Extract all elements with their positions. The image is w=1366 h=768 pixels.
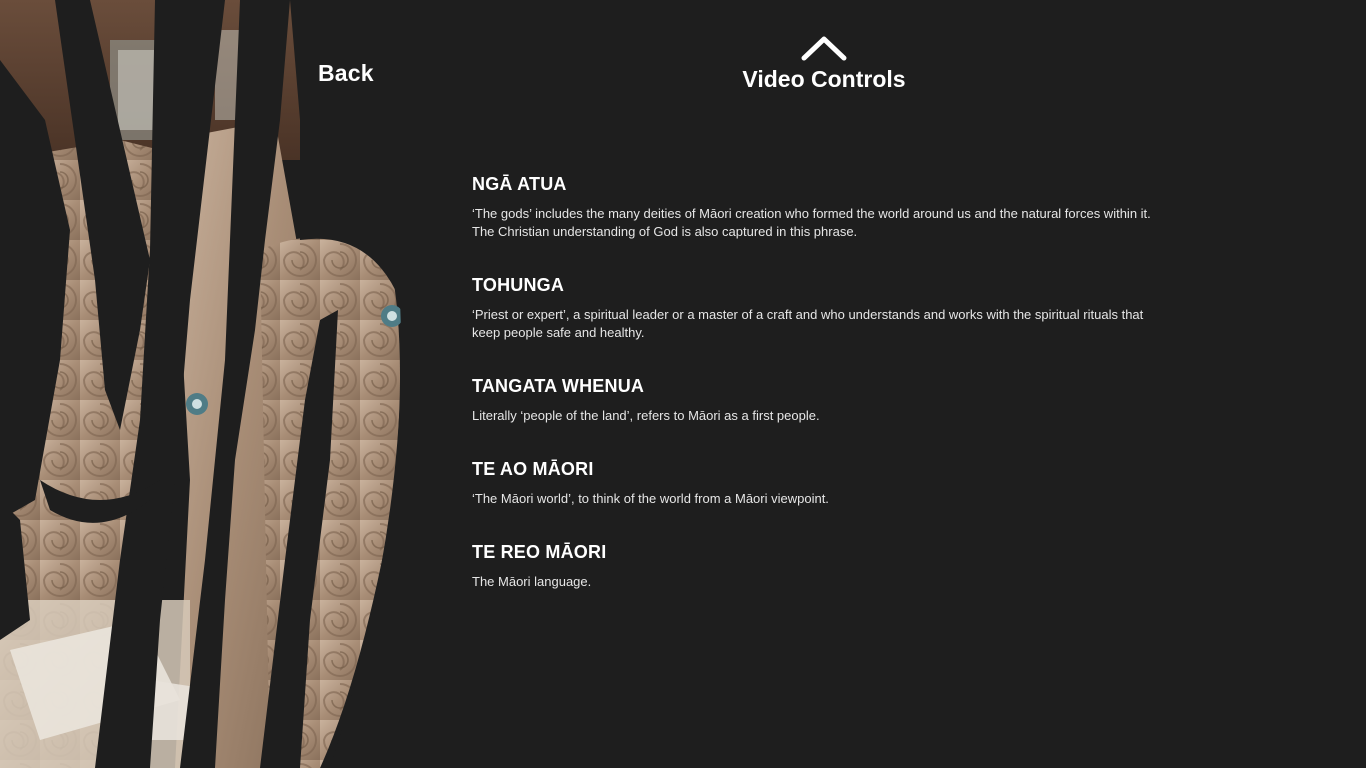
video-controls-toggle[interactable]: Video Controls [724, 34, 924, 93]
description-line: The Māori language. [472, 574, 592, 589]
description-line: ‘The gods’ includes the many deities of … [472, 206, 1151, 221]
glossary-entry: TANGATA WHENUA Literally ‘people of the … [472, 374, 820, 425]
video-controls-label: Video Controls [742, 66, 906, 92]
glossary-term-title: TANGATA WHENUA [472, 376, 645, 396]
glossary-term-description: The Māori language. [472, 573, 606, 591]
glossary-term-title: TE AO MĀORI [472, 459, 594, 479]
page: Back Video Controls NGĀ ATUA ‘The gods’ … [0, 0, 1366, 768]
description-line: keep people safe and healthy. [472, 325, 645, 340]
description-line: ‘The Māori world’, to think of the world… [472, 491, 829, 506]
glossary-entry: NGĀ ATUA ‘The gods’ includes the many de… [472, 172, 1151, 241]
glossary-entry: TOHUNGA ‘Priest or expert’, a spiritual … [472, 273, 1143, 342]
description-line: ‘Priest or expert’, a spiritual leader o… [472, 307, 1144, 322]
glossary-term-description: ‘The gods’ includes the many deities of … [472, 205, 1151, 241]
glossary-term-description: ‘Priest or expert’, a spiritual leader o… [472, 306, 1143, 342]
chevron-up-icon [801, 36, 847, 61]
glossary-term-title: TOHUNGA [472, 275, 565, 295]
glossary-term-title: NGĀ ATUA [472, 174, 567, 194]
glossary-term-title: TE REO MĀORI [472, 542, 607, 562]
back-button[interactable]: Back [318, 60, 374, 87]
glossary-term-description: Literally ‘people of the land’, refers t… [472, 407, 820, 425]
glossary-term-description: ‘The Māori world’, to think of the world… [472, 490, 829, 508]
carving-image [0, 0, 420, 768]
description-line: The Christian understanding of God is al… [472, 224, 858, 239]
glossary-entry: TE AO MĀORI ‘The Māori world’, to think … [472, 457, 829, 508]
description-line: Literally ‘people of the land’, refers t… [472, 408, 820, 423]
glossary-entry: TE REO MĀORI The Māori language. [472, 540, 606, 591]
